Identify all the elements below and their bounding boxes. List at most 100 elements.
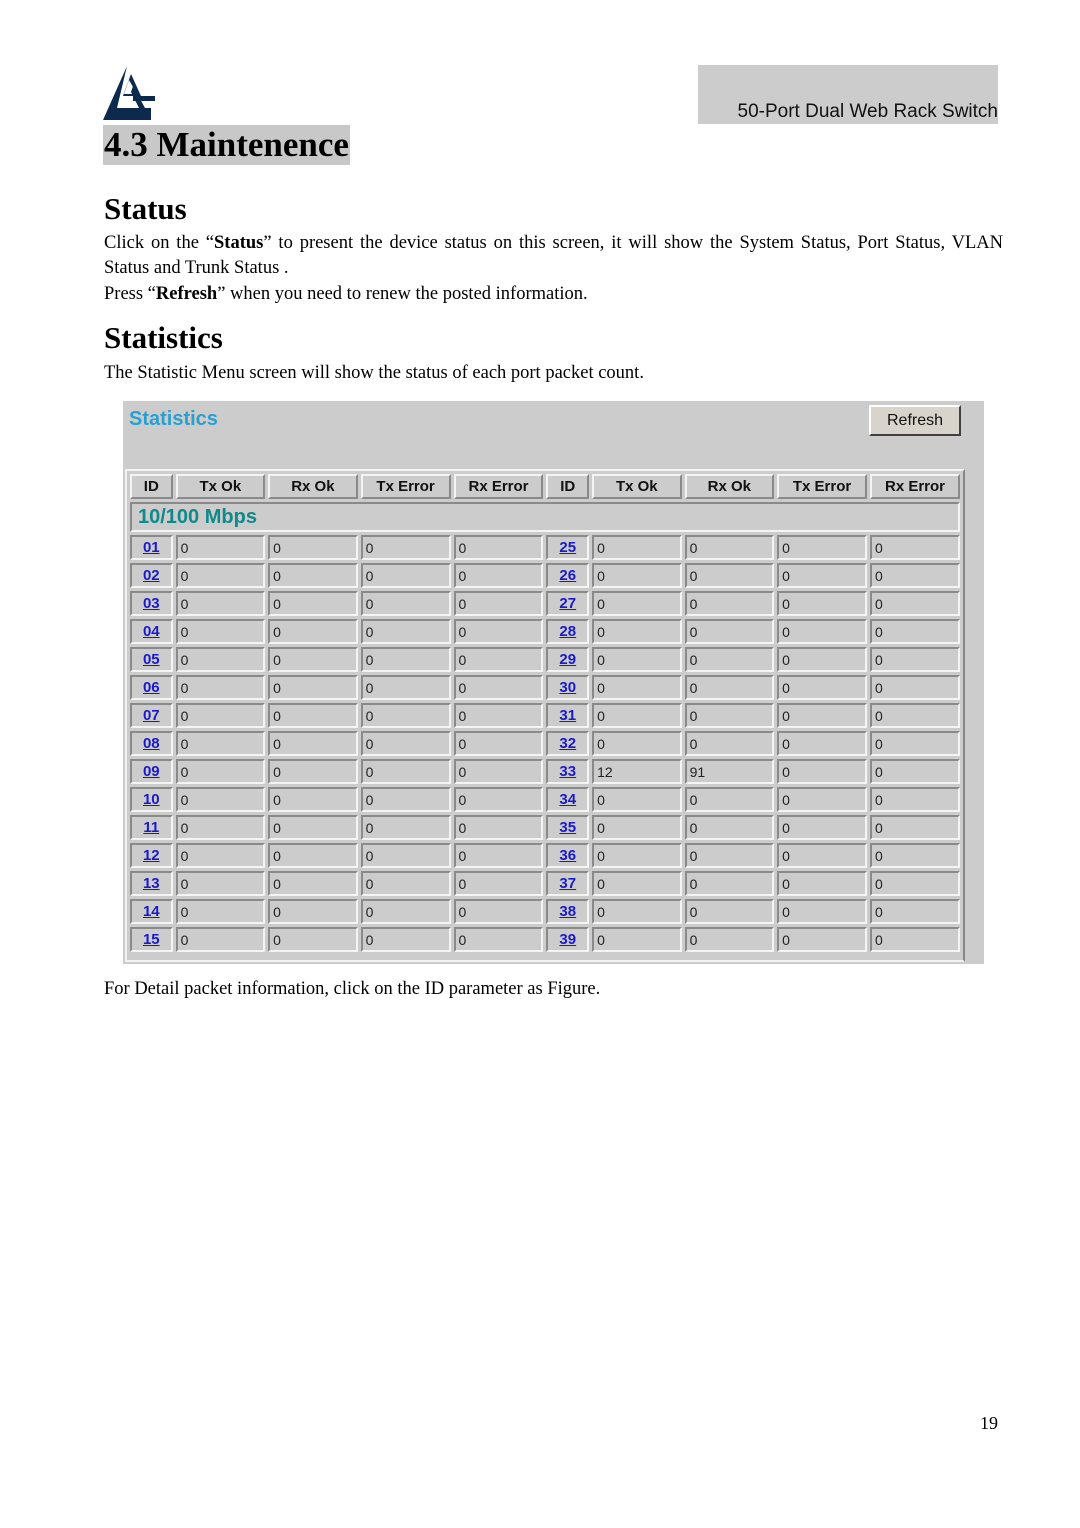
table-row: 02 0 0 0 0 26 0 0 0 0	[130, 563, 960, 588]
port-id-cell: 08	[130, 731, 173, 756]
port-id-link[interactable]: 35	[559, 819, 576, 836]
port-id-cell: 15	[130, 927, 173, 952]
port-id-cell: 33	[546, 759, 590, 784]
refresh-emphasis: Refresh	[155, 284, 218, 304]
port-id-link[interactable]: 14	[143, 903, 160, 920]
port-id-cell: 37	[546, 871, 590, 896]
cell-tx-ok: 0	[592, 675, 682, 700]
port-id-link[interactable]: 36	[559, 847, 576, 864]
port-id-cell: 38	[546, 899, 590, 924]
text-fragment: Press “	[104, 284, 156, 304]
speed-label: 10/100 Mbps	[130, 502, 960, 532]
table-row: 11 0 0 0 0 35 0 0 0 0	[130, 815, 960, 840]
cell-rx-ok: 0	[268, 619, 358, 644]
table-row: 01 0 0 0 0 25 0 0 0 0	[130, 535, 960, 560]
cell-tx-ok: 0	[592, 787, 682, 812]
port-id-cell: 01	[130, 535, 173, 560]
cell-rx-ok: 0	[268, 759, 358, 784]
cell-rx-err: 0	[453, 647, 544, 672]
cell-rx-err: 0	[453, 535, 544, 560]
cell-tx-ok: 0	[175, 563, 266, 588]
cell-tx-ok: 0	[175, 675, 266, 700]
port-id-link[interactable]: 04	[143, 623, 160, 640]
statistics-table: ID Tx Ok Rx Ok Tx Error Rx Error ID Tx Ok Rx Ok…	[127, 471, 963, 955]
cell-rx-ok: 0	[268, 675, 358, 700]
port-id-link[interactable]: 38	[559, 903, 576, 920]
port-id-cell: 34	[546, 787, 590, 812]
port-id-cell: 06	[130, 675, 173, 700]
port-id-cell: 27	[546, 591, 590, 616]
cell-tx-ok: 0	[592, 871, 682, 896]
port-id-link[interactable]: 32	[559, 735, 576, 752]
port-id-link[interactable]: 28	[559, 623, 576, 640]
port-id-link[interactable]: 31	[559, 707, 576, 724]
port-id-cell: 10	[130, 787, 173, 812]
port-id-link[interactable]: 37	[559, 875, 576, 892]
cell-tx-err: 0	[360, 843, 451, 868]
port-id-link[interactable]: 29	[559, 651, 576, 668]
table-row: 13 0 0 0 0 37 0 0 0 0	[130, 871, 960, 896]
column-header: Tx Ok	[592, 474, 682, 499]
port-id-link[interactable]: 30	[559, 679, 576, 696]
cell-tx-err: 0	[777, 787, 868, 812]
cell-rx-ok: 0	[268, 535, 358, 560]
port-id-link[interactable]: 09	[143, 763, 160, 780]
cell-tx-err: 0	[777, 563, 868, 588]
port-id-link[interactable]: 07	[143, 707, 160, 724]
cell-tx-err: 0	[360, 927, 451, 952]
port-id-link[interactable]: 03	[143, 595, 160, 612]
cell-rx-err: 0	[870, 591, 960, 616]
port-id-link[interactable]: 15	[143, 931, 160, 948]
port-id-link[interactable]: 11	[143, 819, 159, 836]
port-id-link[interactable]: 13	[143, 875, 160, 892]
port-id-link[interactable]: 26	[559, 567, 576, 584]
statistics-grid: ID Tx Ok Rx Ok Tx Error Rx Error ID Tx Ok Rx Ok…	[125, 469, 965, 962]
cell-rx-ok: 0	[268, 787, 358, 812]
statistics-heading: Statistics	[104, 320, 223, 355]
cell-tx-err: 0	[360, 759, 451, 784]
cell-rx-err: 0	[453, 591, 544, 616]
cell-rx-err: 0	[870, 563, 960, 588]
refresh-button[interactable]: Refresh	[869, 405, 961, 436]
port-id-link[interactable]: 12	[143, 847, 160, 864]
cell-tx-ok: 0	[175, 703, 266, 728]
cell-tx-err: 0	[777, 759, 868, 784]
port-id-cell: 35	[546, 815, 590, 840]
column-header: Rx Ok	[684, 474, 775, 499]
cell-tx-err: 0	[777, 899, 868, 924]
port-id-cell: 25	[546, 535, 590, 560]
port-id-link[interactable]: 02	[143, 567, 160, 584]
port-id-link[interactable]: 10	[143, 791, 160, 808]
cell-rx-err: 0	[870, 927, 960, 952]
port-id-link[interactable]: 06	[143, 679, 160, 696]
cell-rx-ok: 0	[268, 647, 358, 672]
status-heading: Status	[104, 191, 187, 226]
cell-rx-ok: 0	[268, 843, 358, 868]
port-id-cell: 29	[546, 647, 590, 672]
port-id-cell: 31	[546, 703, 590, 728]
cell-rx-err: 0	[870, 619, 960, 644]
column-header: Rx Error	[453, 474, 544, 499]
port-id-link[interactable]: 05	[143, 651, 160, 668]
table-row: 04 0 0 0 0 28 0 0 0 0	[130, 619, 960, 644]
cell-tx-ok: 0	[175, 927, 266, 952]
port-id-link[interactable]: 27	[559, 595, 576, 612]
port-id-cell: 04	[130, 619, 173, 644]
cell-rx-ok: 0	[684, 731, 775, 756]
cell-tx-ok: 0	[175, 899, 266, 924]
port-id-cell: 05	[130, 647, 173, 672]
cell-tx-ok: 0	[592, 731, 682, 756]
cell-rx-err: 0	[453, 563, 544, 588]
port-id-cell: 36	[546, 843, 590, 868]
cell-rx-ok: 0	[684, 703, 775, 728]
port-id-link[interactable]: 39	[559, 931, 576, 948]
cell-rx-ok: 0	[268, 871, 358, 896]
cell-tx-err: 0	[360, 899, 451, 924]
port-id-link[interactable]: 08	[143, 735, 160, 752]
cell-tx-err: 0	[360, 703, 451, 728]
port-id-link[interactable]: 33	[559, 763, 576, 780]
table-row: 09 0 0 0 0 33 12 91 0 0	[130, 759, 960, 784]
port-id-link[interactable]: 25	[559, 539, 576, 556]
port-id-link[interactable]: 34	[559, 791, 576, 808]
port-id-link[interactable]: 01	[143, 539, 160, 556]
